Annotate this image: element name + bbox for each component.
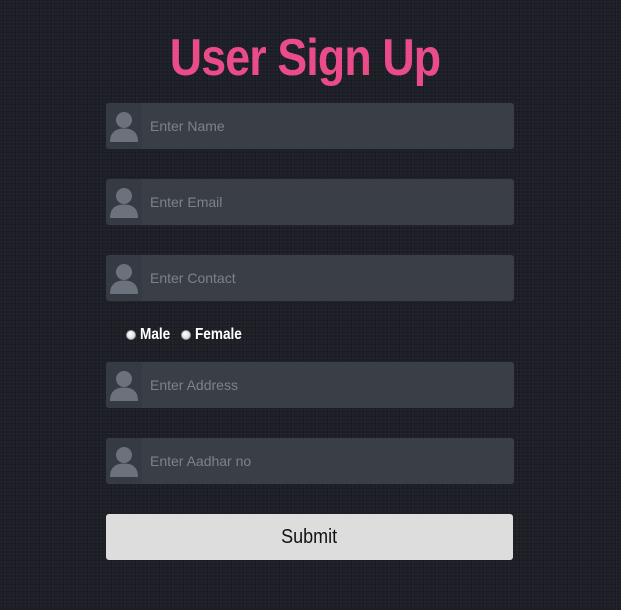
address-input[interactable]: [150, 362, 506, 408]
submit-label: Submit: [281, 525, 338, 548]
male-radio[interactable]: [126, 330, 136, 340]
gender-group: Male Female: [126, 325, 255, 345]
female-radio[interactable]: [180, 330, 191, 340]
user-icon: [106, 103, 142, 149]
address-field: [106, 362, 514, 408]
name-field: [106, 103, 514, 149]
male-label: Male: [140, 326, 171, 343]
name-input[interactable]: [150, 103, 506, 149]
user-icon: [106, 438, 142, 484]
contact-field: [106, 255, 514, 301]
user-icon: [106, 362, 142, 408]
aadhar-input[interactable]: [150, 438, 506, 484]
user-icon: [106, 179, 142, 225]
page-title: User Sign Up: [169, 29, 441, 87]
female-label: Female: [194, 326, 242, 343]
contact-input[interactable]: [150, 255, 506, 301]
user-icon: [106, 255, 142, 301]
email-field: [106, 179, 514, 225]
aadhar-field: [106, 438, 514, 484]
submit-button[interactable]: Submit: [106, 514, 513, 560]
email-input[interactable]: [150, 179, 506, 225]
